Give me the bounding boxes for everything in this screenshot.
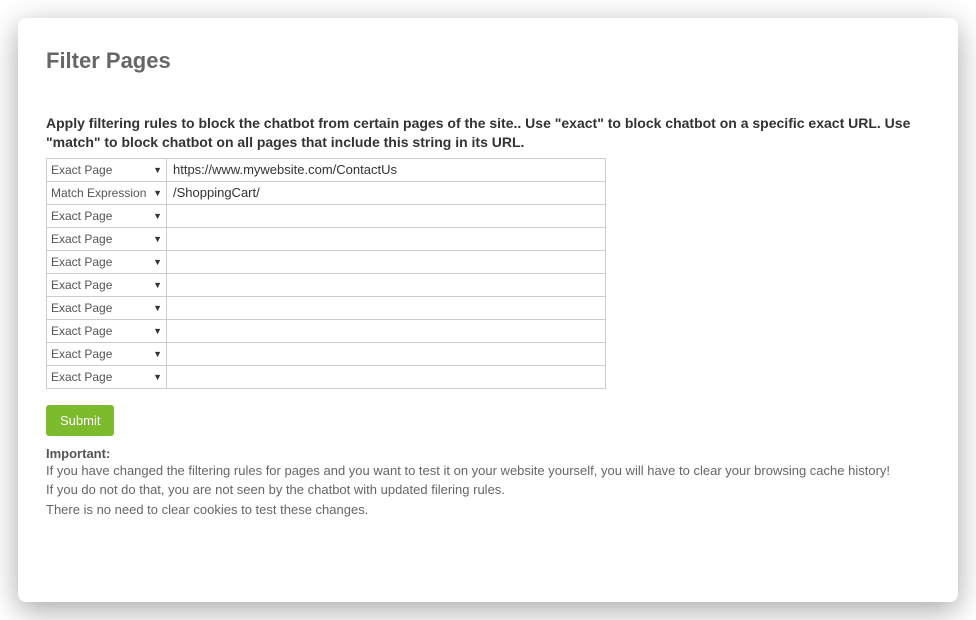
- rule-value-input[interactable]: [167, 297, 605, 319]
- filter-pages-card: Filter Pages Apply filtering rules to bl…: [18, 18, 958, 602]
- important-notes: Important: If you have changed the filte…: [46, 446, 930, 520]
- table-row: Exact Page ▼: [47, 250, 606, 273]
- submit-button[interactable]: Submit: [46, 405, 114, 436]
- rule-type-select[interactable]: Exact Page: [47, 205, 166, 227]
- rule-type-select[interactable]: Exact Page: [47, 274, 166, 296]
- table-row: Exact Page ▼: [47, 296, 606, 319]
- notes-line: If you have changed the filtering rules …: [46, 461, 930, 481]
- table-row: Exact Page ▼: [47, 342, 606, 365]
- instructions-text: Apply filtering rules to block the chatb…: [46, 114, 930, 152]
- rule-value-input[interactable]: [167, 182, 605, 204]
- table-row: Match Expression ▼: [47, 181, 606, 204]
- rule-value-input[interactable]: [167, 274, 605, 296]
- rule-type-select[interactable]: Exact Page: [47, 251, 166, 273]
- rule-type-select[interactable]: Exact Page: [47, 297, 166, 319]
- rule-value-input[interactable]: [167, 320, 605, 342]
- rule-type-select[interactable]: Exact Page: [47, 159, 166, 181]
- table-row: Exact Page ▼: [47, 273, 606, 296]
- page-title: Filter Pages: [46, 48, 930, 74]
- rule-type-select[interactable]: Match Expression: [47, 182, 166, 204]
- table-row: Exact Page ▼: [47, 227, 606, 250]
- rule-value-input[interactable]: [167, 366, 605, 388]
- notes-line: There is no need to clear cookies to tes…: [46, 500, 930, 520]
- rule-value-input[interactable]: [167, 205, 605, 227]
- rule-value-input[interactable]: [167, 159, 605, 181]
- rule-type-select[interactable]: Exact Page: [47, 228, 166, 250]
- table-row: Exact Page ▼: [47, 319, 606, 342]
- rule-type-select[interactable]: Exact Page: [47, 366, 166, 388]
- notes-line: If you do not do that, you are not seen …: [46, 480, 930, 500]
- filter-rules-table: Exact Page ▼ Match Expression ▼: [46, 158, 606, 389]
- rule-type-select[interactable]: Exact Page: [47, 320, 166, 342]
- rule-type-select[interactable]: Exact Page: [47, 343, 166, 365]
- rule-value-input[interactable]: [167, 343, 605, 365]
- table-row: Exact Page ▼: [47, 204, 606, 227]
- notes-heading: Important:: [46, 446, 930, 461]
- table-row: Exact Page ▼: [47, 158, 606, 181]
- rule-value-input[interactable]: [167, 251, 605, 273]
- table-row: Exact Page ▼: [47, 365, 606, 388]
- rule-value-input[interactable]: [167, 228, 605, 250]
